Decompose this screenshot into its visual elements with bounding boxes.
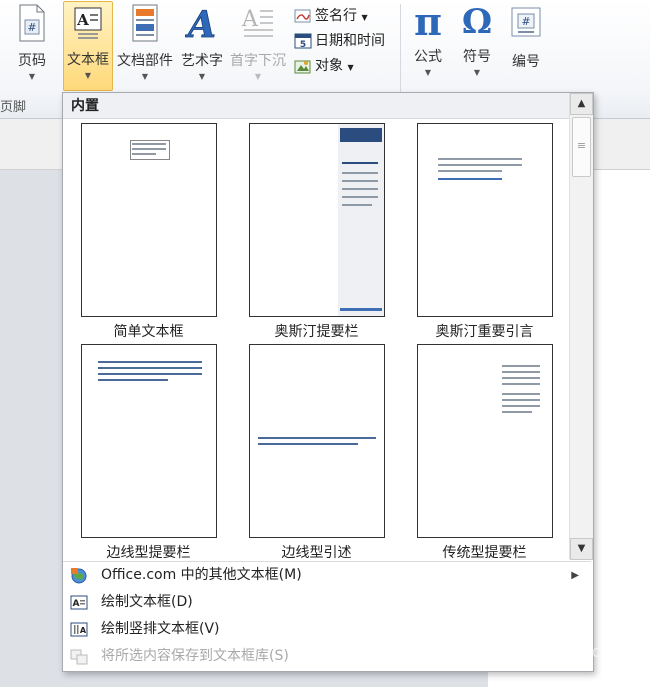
gallery-item-edge-quote[interactable]: 边线型引述 [248,344,385,562]
gallery-item-austin-quote[interactable]: 奥斯汀重要引言 [416,123,553,341]
chevron-down-icon: ▼ [473,68,481,77]
textbox-button[interactable]: A 文本框 ▼ [63,1,113,91]
svg-text:A: A [185,4,216,42]
textbox-label: 文本框 [67,52,109,68]
wordart-icon: A [185,4,217,47]
object-label: 对象 [315,58,343,74]
svg-text:#: # [521,15,530,28]
simple-textbox-preview [80,123,217,317]
svg-text:A: A [76,11,89,29]
save-to-gallery-icon [70,649,88,665]
svg-text:5: 5 [300,40,306,49]
wordart-button[interactable]: A 艺术字 ▼ [178,4,226,81]
chevron-right-icon: ▶ [571,570,579,581]
vertical-textbox-icon: A [70,622,88,637]
edge-sidebar-preview [80,344,217,538]
footer-group-label: 页脚 [0,100,27,115]
quick-parts-label: 文档部件 [117,53,173,69]
svg-text:#: # [27,21,36,34]
textbox-gallery: 内置 ▲ ≡ ▼ 简单文本框 奥斯汀提要栏 奥斯汀重要引言 边线型提要栏 边线型… [62,92,594,672]
chevron-down-icon: ▼ [347,63,354,72]
watermark-brand: 搜狗指南 [470,606,559,631]
austin-sidebar-preview [248,123,385,317]
gallery-section-title: 内置 [63,93,569,119]
draw-vertical-textbox-label: 绘制竖排文本框(V) [101,621,220,637]
wordart-label: 艺术字 [181,53,223,69]
drop-cap-button[interactable]: A 首字下沉 ▼ [228,4,288,81]
signature-line-icon [294,9,311,23]
save-selection-label: 将所选内容保存到文本框库(S) [101,648,289,664]
drop-cap-label: 首字下沉 [230,53,286,69]
more-from-office-item[interactable]: Office.com 中的其他文本框(M) ▶ [63,562,591,589]
quick-parts-icon [132,4,158,42]
svg-text:A: A [73,599,80,609]
page-number-icon: # [19,4,45,42]
scroll-down-button[interactable]: ▼ [570,538,593,560]
chevron-down-icon: ▼ [361,13,368,22]
gallery-item-caption: 边线型引述 [281,545,352,561]
scroll-up-button[interactable]: ▲ [570,93,593,115]
gallery-item-caption: 传统型提要栏 [442,545,527,561]
gallery-item-simple-textbox[interactable]: 简单文本框 [80,123,217,341]
gallery-item-caption: 简单文本框 [113,324,184,340]
numbering-label: 编号 [512,54,540,70]
symbol-label: 符号 [463,49,491,65]
pi-icon: π [414,0,442,44]
chevron-down-icon: ▼ [84,71,92,80]
numbering-icon: # [511,7,541,37]
numbering-button[interactable]: # 编号 [504,6,548,71]
scroll-thumb[interactable]: ≡ [572,117,591,177]
more-from-office-label: Office.com 中的其他文本框(M) [101,567,302,583]
date-time-button[interactable]: 5 日期和时间 [294,30,385,50]
equation-button[interactable]: π 公式 ▼ [406,0,450,78]
date-time-label: 日期和时间 [315,33,385,49]
svg-text:A: A [80,626,87,635]
chevron-down-icon: ▼ [424,68,432,77]
signature-line-button[interactable]: 签名行 ▼ [294,5,368,25]
chevron-down-icon: ▼ [198,72,206,81]
equation-label: 公式 [414,49,442,65]
globe-icon [71,568,87,584]
object-icon [294,60,311,74]
omega-icon: Ω [461,2,493,42]
svg-text:A: A [241,7,259,32]
symbol-button[interactable]: Ω 符号 ▼ [455,2,499,77]
austin-quote-preview [416,123,553,317]
edge-quote-preview [248,344,385,538]
drop-cap-icon: A [241,7,273,37]
calendar-icon: 5 [294,33,312,49]
object-button[interactable]: 对象 ▼ [294,55,354,75]
traditional-sidebar-preview [416,344,553,538]
page-number-button[interactable]: # 页码 ▼ [8,4,56,81]
gallery-item-caption: 奥斯汀重要引言 [435,324,534,340]
gallery-item-edge-sidebar[interactable]: 边线型提要栏 [80,344,217,562]
chevron-down-icon: ▼ [28,72,36,81]
draw-textbox-label: 绘制文本框(D) [101,594,193,610]
gallery-scrollbar[interactable]: ▲ ≡ ▼ [569,93,593,560]
chevron-down-icon: ▼ [141,72,149,81]
textbox-icon: A [74,7,102,39]
quick-parts-button[interactable]: 文档部件 ▼ [114,4,176,81]
signature-line-label: 签名行 [315,8,357,24]
gallery-item-caption: 边线型提要栏 [106,545,191,561]
gallery-item-traditional-sidebar[interactable]: 传统型提要栏 [416,344,553,562]
gallery-item-caption: 奥斯汀提要栏 [274,324,359,340]
watermark-url: zhinan.sogou.com [480,642,626,661]
chevron-down-icon: ▼ [254,72,262,81]
draw-textbox-icon: A [70,595,88,610]
gallery-item-austin-sidebar[interactable]: 奥斯汀提要栏 [248,123,385,341]
page-number-label: 页码 [18,53,46,69]
